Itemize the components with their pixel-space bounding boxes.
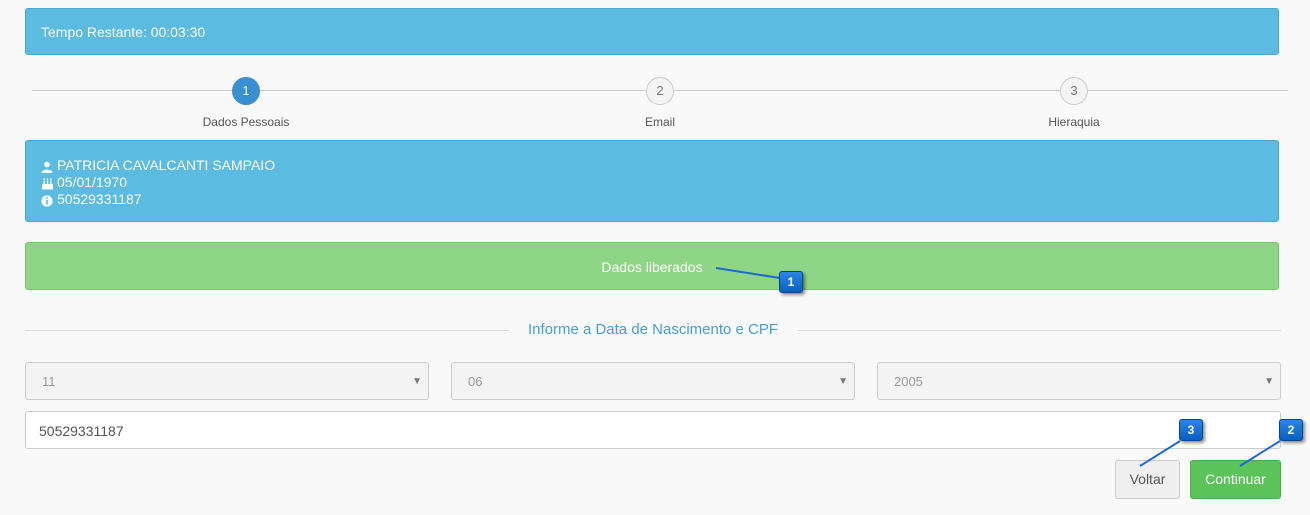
step-label: Dados Pessoais: [202, 115, 290, 129]
person-cpf: 50529331187: [57, 191, 142, 207]
user-icon: [41, 160, 54, 173]
day-select[interactable]: 11 ▼: [25, 362, 429, 400]
birthday-cake-icon: [41, 177, 54, 189]
cpf-input[interactable]: 50529331187: [25, 411, 1281, 449]
day-select-value: 11: [42, 374, 56, 389]
step-label: Email: [644, 115, 675, 129]
step-email[interactable]: 2 Email: [600, 77, 720, 129]
status-text: Dados liberados: [601, 259, 703, 275]
year-select[interactable]: 2005 ▼: [877, 362, 1281, 400]
step-number: 2: [646, 77, 674, 105]
callout-badge-1: 1: [779, 271, 803, 293]
remaining-time-banner: Tempo Restante: 00:03:30: [25, 8, 1279, 55]
month-select-value: 06: [468, 374, 483, 389]
month-select[interactable]: 06 ▼: [451, 362, 855, 400]
step-label: Hieraquia: [1048, 115, 1100, 129]
person-birthdate: 05/01/1970: [57, 174, 128, 190]
step-dados-pessoais[interactable]: 1 Dados Pessoais: [186, 77, 306, 129]
remaining-time-text: Tempo Restante: 00:03:30: [41, 24, 206, 40]
step-number: 1: [232, 77, 260, 105]
chevron-down-icon: ▼: [412, 376, 422, 387]
cpf-input-value: 50529331187: [39, 423, 124, 439]
form-section-title: Informe a Data de Nascimento e CPF: [527, 321, 779, 338]
info-circle-icon: [41, 194, 54, 207]
person-name: PATRICIA CAVALCANTI SAMPAIO: [57, 157, 276, 173]
continue-button[interactable]: Continuar: [1190, 460, 1281, 499]
form-section-header: Informe a Data de Nascimento e CPF: [25, 320, 1281, 340]
step-hieraquia[interactable]: 3 Hieraquia: [1014, 77, 1134, 129]
status-alert: Dados liberados: [25, 242, 1279, 290]
chevron-down-icon: ▼: [1264, 376, 1274, 387]
callout-badge-2: 2: [1279, 419, 1303, 441]
chevron-down-icon: ▼: [838, 376, 848, 387]
person-info-card: PATRICIA CAVALCANTI SAMPAIO 05/01/1970 5…: [25, 140, 1279, 222]
step-number: 3: [1060, 77, 1088, 105]
back-button[interactable]: Voltar: [1115, 460, 1180, 499]
year-select-value: 2005: [894, 374, 923, 389]
callout-badge-3: 3: [1179, 419, 1203, 441]
